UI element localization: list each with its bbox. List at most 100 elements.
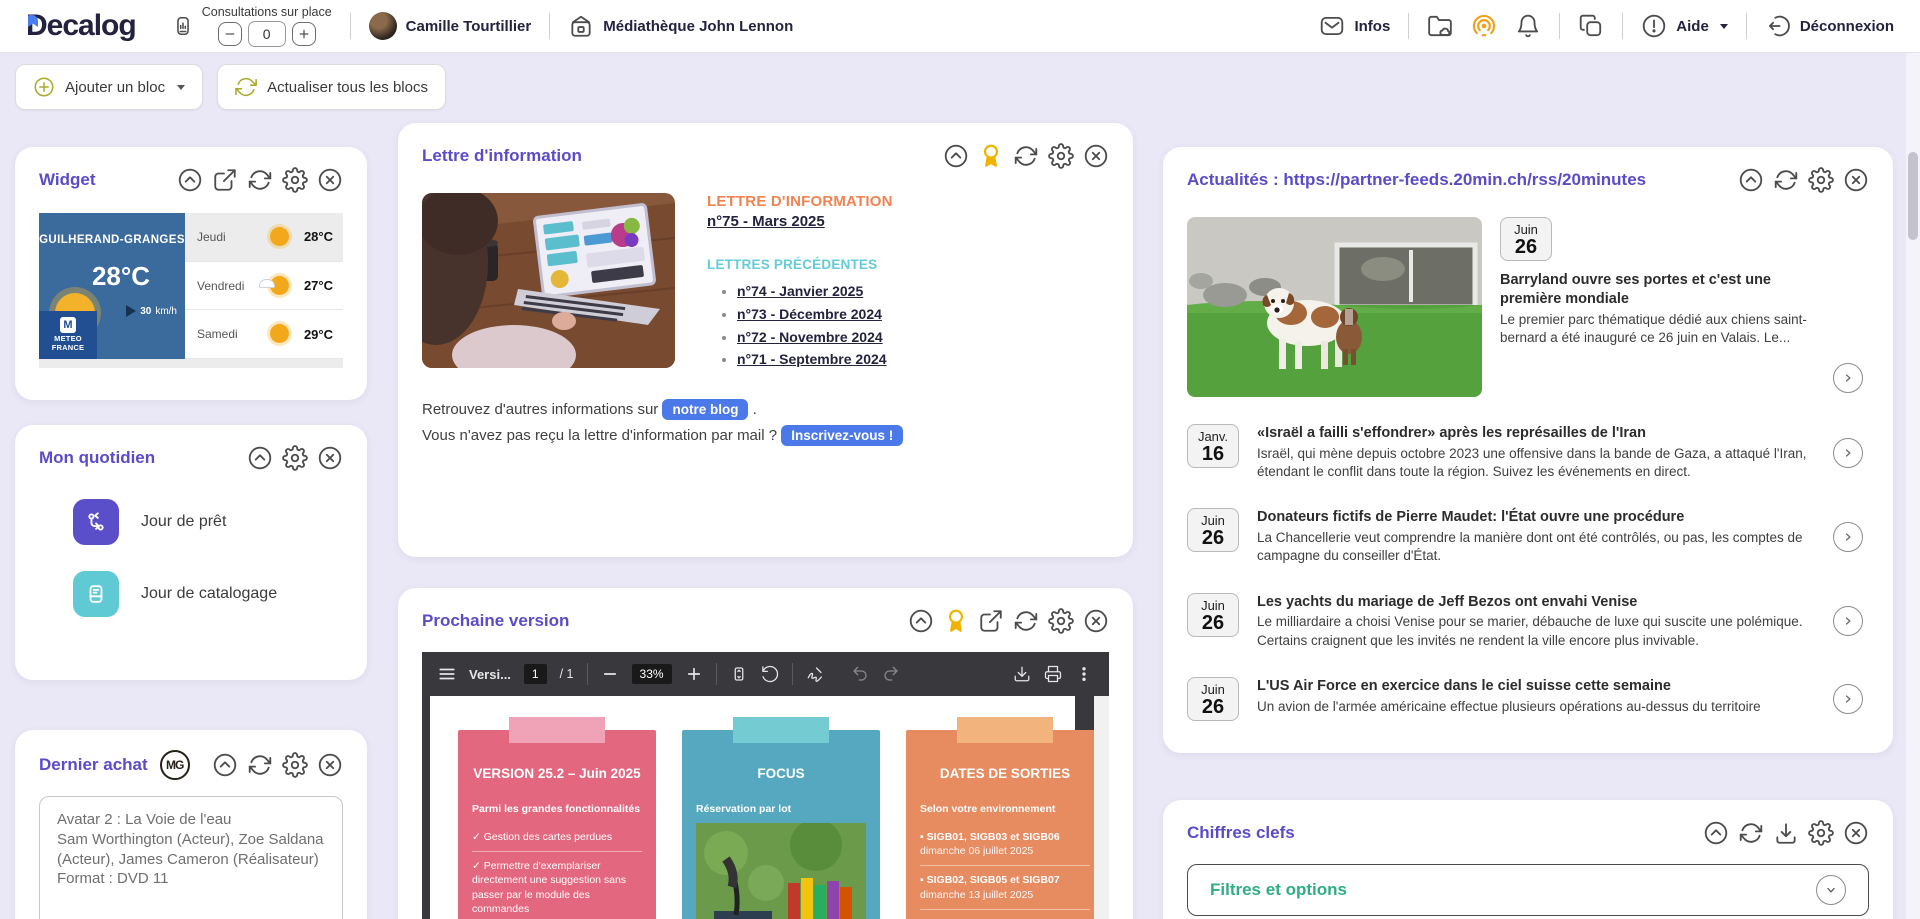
zoom-out-icon[interactable] (601, 665, 619, 683)
gear-icon[interactable] (1048, 143, 1074, 169)
gear-icon[interactable] (1808, 167, 1834, 193)
current-issue-link[interactable]: n°75 - Mars 2025 (707, 213, 825, 230)
library-selector[interactable]: Médiathèque John Lennon (568, 13, 793, 39)
divider (350, 13, 351, 39)
close-icon[interactable] (1843, 167, 1869, 193)
blog-link-button[interactable]: notre blog (662, 399, 748, 420)
print-icon[interactable] (1044, 665, 1062, 683)
gear-icon[interactable] (282, 445, 308, 471)
increment-button[interactable] (292, 22, 316, 46)
divider (1622, 13, 1623, 39)
news-date-day: 16 (1188, 444, 1238, 465)
download-icon[interactable] (1773, 820, 1799, 846)
undo-icon[interactable] (851, 665, 869, 683)
user-menu[interactable]: Camille Tourtillier (369, 12, 532, 40)
collapse-icon[interactable] (212, 752, 238, 778)
ribbon-icon[interactable] (943, 608, 969, 634)
quotidien-item-jour-de-pret[interactable]: Jour de prêt (73, 499, 343, 545)
download-icon[interactable] (1013, 665, 1031, 683)
decrement-button[interactable] (218, 22, 242, 46)
collapse-icon[interactable] (1703, 820, 1729, 846)
more-options-icon[interactable] (1075, 665, 1093, 683)
broadcast-icon[interactable] (1471, 13, 1497, 39)
achat-credits-line: Sam Worthington (Acteur), Zoe Saldana (A… (57, 830, 325, 870)
gear-icon[interactable] (1048, 608, 1074, 634)
page-scrollbar[interactable] (1906, 52, 1920, 919)
refresh-icon[interactable] (1738, 820, 1764, 846)
news-item[interactable]: Juin 26 Les yachts du mariage de Jeff Be… (1187, 593, 1869, 650)
chevron-right-icon[interactable] (1833, 606, 1863, 636)
chevron-right-icon[interactable] (1833, 438, 1863, 468)
add-block-button[interactable]: Ajouter un bloc (15, 64, 203, 110)
close-icon[interactable] (1843, 820, 1869, 846)
refresh-icon[interactable] (1013, 608, 1039, 634)
external-link-icon[interactable] (978, 608, 1004, 634)
forecast-day: Samedi (197, 327, 255, 341)
chevron-right-icon[interactable] (1833, 522, 1863, 552)
news-summary: Le premier parc thématique dédié aux chi… (1500, 311, 1817, 347)
page-scrollbar-thumb[interactable] (1908, 152, 1918, 240)
previous-issue-link[interactable]: n°74 - Janvier 2025 (737, 283, 863, 299)
refresh-icon[interactable] (1013, 143, 1039, 169)
news-item[interactable]: Juin 26 Barryland ouvre ses portes et c'… (1187, 217, 1869, 397)
rotate-icon[interactable] (761, 665, 779, 683)
gear-icon[interactable] (282, 752, 308, 778)
slide-version: VERSION 25.2 – Juin 2025 Parmi les grand… (458, 730, 656, 919)
chevron-right-icon[interactable] (1833, 363, 1863, 393)
fit-page-icon[interactable] (730, 665, 748, 683)
refresh-icon[interactable] (247, 167, 273, 193)
infos-button[interactable]: Infos (1319, 13, 1390, 39)
chevron-right-icon[interactable] (1833, 684, 1863, 714)
pdf-zoom-level[interactable]: 33% (632, 664, 672, 684)
external-link-icon[interactable] (212, 167, 238, 193)
news-item[interactable]: Juin 26 Donateurs fictifs de Pierre Maud… (1187, 508, 1869, 565)
gear-icon[interactable] (1808, 820, 1834, 846)
pdf-page-count: / 1 (560, 667, 574, 681)
folder-icon[interactable] (1427, 13, 1453, 39)
collapse-icon[interactable] (908, 608, 934, 634)
news-date-month: Janv. (1188, 429, 1238, 444)
close-icon[interactable] (317, 445, 343, 471)
news-date-badge: Juin 26 (1500, 217, 1552, 261)
close-icon[interactable] (317, 752, 343, 778)
filters-accordion[interactable]: Filtres et options (1187, 864, 1869, 916)
redo-icon[interactable] (882, 665, 900, 683)
menu-icon[interactable] (438, 665, 456, 683)
refresh-icon[interactable] (1773, 167, 1799, 193)
decalog-logo[interactable]: Decalog (26, 9, 136, 43)
previous-issue-link[interactable]: n°72 - Novembre 2024 (737, 329, 883, 345)
aide-menu[interactable]: Aide (1641, 13, 1728, 39)
news-date-month: Juin (1188, 513, 1238, 528)
pdf-scrollbar[interactable] (1094, 696, 1109, 919)
news-card-title: Actualités : https://partner-feeds.20min… (1187, 170, 1646, 190)
previous-issue-link[interactable]: n°73 - Décembre 2024 (737, 306, 882, 322)
refresh-all-blocks-button[interactable]: Actualiser tous les blocs (217, 64, 446, 110)
close-icon[interactable] (1083, 143, 1109, 169)
close-icon[interactable] (317, 167, 343, 193)
ribbon-icon[interactable] (978, 143, 1004, 169)
news-photo (1187, 217, 1482, 397)
slide-title: VERSION 25.2 – Juin 2025 (472, 766, 642, 781)
close-icon[interactable] (1083, 608, 1109, 634)
pdf-page-input[interactable]: 1 (524, 664, 547, 684)
sun-icon (270, 324, 289, 343)
copy-blocks-icon[interactable] (1578, 13, 1604, 39)
subscribe-button[interactable]: Inscrivez-vous ! (781, 425, 903, 446)
collapse-icon[interactable] (247, 445, 273, 471)
quotidien-item-jour-de-catalogage[interactable]: Jour de catalogage (73, 571, 343, 617)
news-item[interactable]: Juin 26 L'US Air Force en exercice dans … (1187, 677, 1869, 721)
slide-dates: DATES DE SORTIES Selon votre environneme… (906, 730, 1104, 919)
collapse-icon[interactable] (1738, 167, 1764, 193)
logout-icon (1765, 13, 1791, 39)
logout-button[interactable]: Déconnexion (1765, 13, 1894, 39)
previous-issue-link[interactable]: n°71 - Septembre 2024 (737, 351, 887, 367)
annotate-icon[interactable] (806, 665, 824, 683)
bell-icon[interactable] (1515, 13, 1541, 39)
zoom-in-icon[interactable] (685, 665, 703, 683)
collapse-icon[interactable] (177, 167, 203, 193)
collapse-icon[interactable] (943, 143, 969, 169)
consultations-count-input[interactable] (248, 21, 286, 47)
news-item[interactable]: Janv. 16 «Israël a failli s'effondrer» a… (1187, 424, 1869, 481)
refresh-icon[interactable] (247, 752, 273, 778)
gear-icon[interactable] (282, 167, 308, 193)
